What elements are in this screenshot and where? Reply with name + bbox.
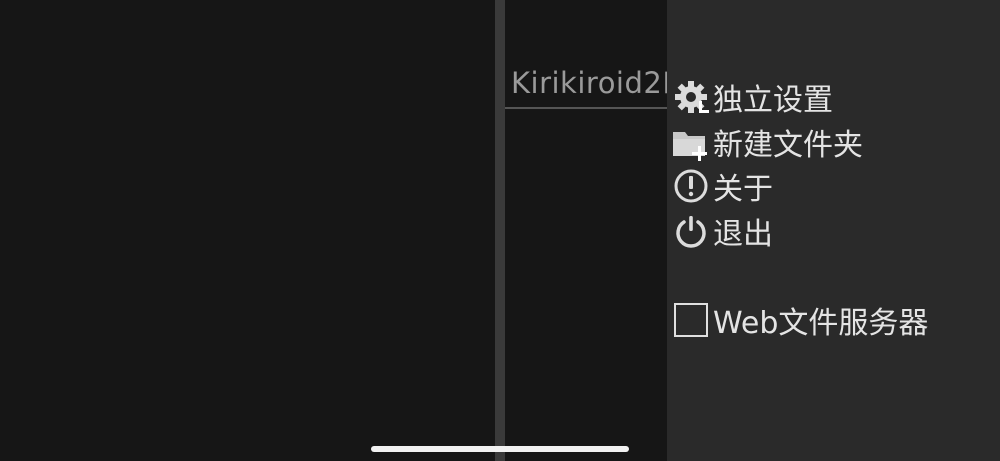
menu-item-settings[interactable]: 独立设置 — [671, 77, 833, 118]
menu-item-label: 独立设置 — [713, 83, 833, 118]
web-server-checkbox[interactable] — [674, 303, 708, 337]
power-icon — [671, 211, 711, 251]
menu-item-new-folder[interactable]: 新建文件夹 — [671, 122, 863, 163]
menu-item-label: 退出 — [713, 217, 773, 252]
app-root: Kirikiroid2P 独立设置 新建文件夹 关于 退出 Web文件服务器 — [0, 0, 1000, 461]
menu-item-about[interactable]: 关于 — [671, 166, 773, 207]
file-pane: Kirikiroid2P — [505, 0, 667, 461]
menu-item-label: 关于 — [713, 172, 773, 207]
new-folder-icon — [671, 122, 711, 162]
gear-icon — [671, 77, 711, 117]
left-pane — [0, 0, 495, 461]
home-indicator[interactable] — [371, 446, 629, 452]
web-server-toggle[interactable]: Web文件服务器 — [671, 300, 929, 341]
file-pane-title: Kirikiroid2P — [511, 66, 667, 100]
web-server-label: Web文件服务器 — [713, 306, 929, 341]
menu-item-exit[interactable]: 退出 — [671, 211, 773, 252]
menu-item-label: 新建文件夹 — [713, 128, 863, 163]
title-underline — [505, 107, 667, 109]
checkbox-icon — [671, 300, 711, 340]
info-icon — [671, 166, 711, 206]
pane-divider[interactable] — [495, 0, 505, 461]
menu-panel: 独立设置 新建文件夹 关于 退出 Web文件服务器 — [667, 0, 1000, 461]
